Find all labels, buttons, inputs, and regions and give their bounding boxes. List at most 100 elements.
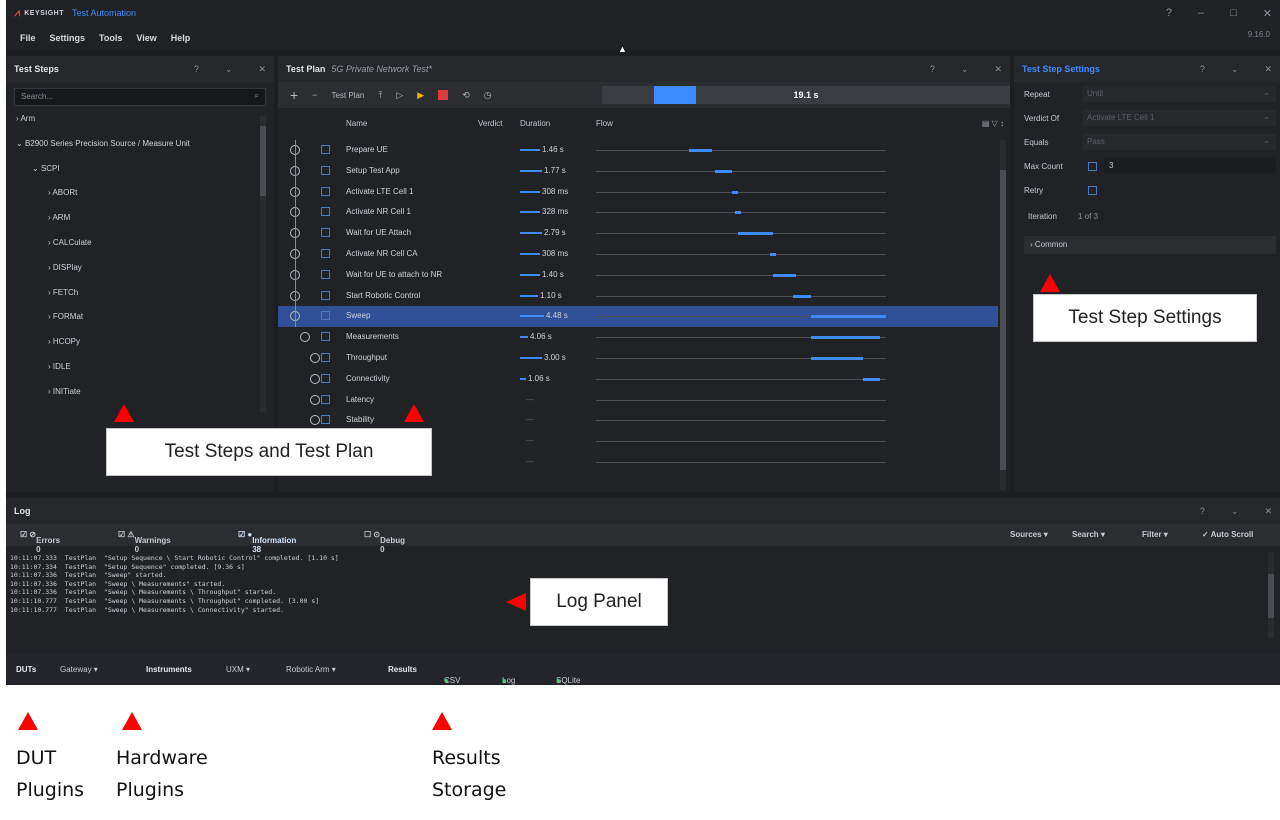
menu-tools[interactable]: Tools <box>99 33 122 43</box>
tree-item[interactable]: › CALCulate <box>48 238 92 256</box>
panel-menu-icon[interactable]: ⌄ <box>225 64 233 75</box>
remove-step-icon[interactable]: − <box>312 90 317 100</box>
filter-dropdown[interactable]: Filter ▾ <box>1142 530 1168 539</box>
minimize-icon[interactable]: – <box>1198 7 1204 19</box>
plan-scrollbar[interactable] <box>1000 140 1006 490</box>
errors-filter[interactable]: ☑ ⊘ Errors 0 <box>20 530 60 554</box>
plan-row[interactable]: Wait for UE Attach 2.79 s <box>278 223 998 244</box>
tree-item[interactable]: › INITiate <box>48 387 81 405</box>
step-enable-checkbox[interactable] <box>321 165 330 175</box>
plan-row[interactable]: Latency — <box>278 390 998 411</box>
tree-item[interactable]: › Arm <box>16 114 35 132</box>
auto-scroll-toggle[interactable]: ✓ Auto Scroll <box>1202 530 1253 539</box>
column-filter-icon[interactable]: ▤ ▽ ↕ <box>982 119 1004 128</box>
common-section[interactable]: › Common <box>1024 236 1276 254</box>
panel-help-icon[interactable]: ? <box>1200 506 1205 517</box>
stop-icon[interactable] <box>438 90 449 100</box>
tree-item[interactable]: › FETCh <box>48 288 78 306</box>
menu-view[interactable]: View <box>136 33 156 43</box>
timer-icon[interactable]: ◷ <box>484 90 492 101</box>
tree-item[interactable]: › DISPlay <box>48 263 82 281</box>
step-enable-checkbox[interactable] <box>321 373 330 383</box>
log-scrollbar[interactable] <box>1268 552 1274 638</box>
close-icon[interactable]: ✕ <box>1263 7 1272 20</box>
col-duration[interactable]: Duration <box>520 119 550 128</box>
dut-gateway[interactable]: Gateway ▾ <box>60 665 98 674</box>
tree-item[interactable]: › ARM <box>48 213 70 231</box>
debug-filter[interactable]: ☐ ⊙ Debug 0 <box>364 530 405 554</box>
panel-close-icon[interactable]: ✕ <box>994 64 1002 75</box>
search-dropdown[interactable]: Search ▾ <box>1072 530 1105 539</box>
chevron-down-icon[interactable]: ⌄ <box>16 139 25 148</box>
tree-item[interactable]: ⌄ B2900 Series Precision Source / Measur… <box>16 139 190 157</box>
tree-item[interactable]: ⌄ SCPI <box>32 164 60 182</box>
panel-menu-icon[interactable]: ⌄ <box>961 64 969 75</box>
menu-settings[interactable]: Settings <box>50 33 86 43</box>
plan-row[interactable]: Activate NR Cell 1 328 ms <box>278 202 998 223</box>
add-step-icon[interactable]: + <box>290 87 298 103</box>
search-input[interactable]: Search... ⌕ <box>14 88 266 106</box>
panel-help-icon[interactable]: ? <box>1200 64 1205 75</box>
menu-help[interactable]: Help <box>171 33 191 43</box>
help-icon[interactable]: ? <box>1166 7 1172 19</box>
step-enable-checkbox[interactable] <box>321 145 330 154</box>
panel-close-icon[interactable]: ✕ <box>258 64 266 75</box>
instrument-robotic-arm[interactable]: Robotic Arm ▾ <box>286 665 336 674</box>
warnings-filter[interactable]: ☑ ⚠ Warnings 0 <box>118 530 171 554</box>
step-enable-checkbox[interactable] <box>321 207 330 217</box>
tree-item[interactable]: › HCOPy <box>48 337 80 355</box>
tree-item[interactable]: › IDLE <box>48 362 71 380</box>
maxcount-checkbox[interactable] <box>1088 162 1097 171</box>
step-enable-checkbox[interactable] <box>321 394 330 404</box>
step-enable-checkbox[interactable] <box>321 353 330 362</box>
repeat-select[interactable]: Until ⌄ <box>1082 86 1276 102</box>
maximize-icon[interactable]: □ <box>1230 7 1237 19</box>
panel-help-icon[interactable]: ? <box>194 64 199 75</box>
maxcount-input[interactable]: 3 <box>1104 158 1276 174</box>
search-icon[interactable]: ⌕ <box>255 91 259 101</box>
step-enable-checkbox[interactable] <box>321 415 330 425</box>
upload-icon[interactable]: ⤒ <box>378 90 382 101</box>
col-flow[interactable]: Flow <box>596 119 613 128</box>
step-enable-checkbox[interactable] <box>321 249 330 258</box>
plan-row[interactable]: Start Robotic Control 1.10 s <box>278 286 998 307</box>
col-verdict[interactable]: Verdict <box>478 119 502 128</box>
plan-row[interactable]: Throughput 3.00 s <box>278 348 998 369</box>
steps-scrollbar[interactable] <box>260 116 266 412</box>
information-filter[interactable]: ☑ ● Information 38 <box>238 530 296 554</box>
panel-close-icon[interactable]: ✕ <box>1264 64 1272 75</box>
retry-checkbox[interactable] <box>1088 186 1097 195</box>
chevron-down-icon[interactable]: ⌄ <box>32 164 41 173</box>
plan-row[interactable]: Setup Test App 1.77 s <box>278 161 998 182</box>
plan-row[interactable]: Connectivity 1.06 s <box>278 369 998 390</box>
plan-row[interactable]: Prepare UE 1.46 s <box>278 140 998 161</box>
plan-row[interactable]: Measurements 4.06 s <box>278 327 998 348</box>
panel-menu-icon[interactable]: ⌄ <box>1231 64 1239 75</box>
step-enable-checkbox[interactable] <box>321 290 330 300</box>
plan-row[interactable]: Wait for UE to attach to NR 1.40 s <box>278 265 998 286</box>
col-name[interactable]: Name <box>346 119 367 128</box>
step-enable-checkbox[interactable] <box>321 311 330 321</box>
equals-select[interactable]: Pass ⌄ <box>1082 134 1276 150</box>
panel-close-icon[interactable]: ✕ <box>1264 506 1272 517</box>
menu-file[interactable]: File <box>20 33 36 43</box>
plan-row[interactable]: Activate LTE Cell 1 308 ms <box>278 182 998 203</box>
plan-dropdown[interactable]: Test Plan <box>331 91 364 100</box>
tree-item[interactable]: › FORMat <box>48 312 83 330</box>
plan-row[interactable]: Activate NR Cell CA 308 ms <box>278 244 998 265</box>
step-enable-checkbox[interactable] <box>321 269 330 279</box>
step-icon[interactable]: ▷ <box>396 90 403 101</box>
run-icon[interactable]: ▶ <box>417 90 424 101</box>
instrument-uxm[interactable]: UXM ▾ <box>226 665 250 674</box>
sources-dropdown[interactable]: Sources ▾ <box>1010 530 1048 539</box>
step-enable-checkbox[interactable] <box>321 228 330 238</box>
step-enable-checkbox[interactable] <box>321 332 330 342</box>
panel-menu-icon[interactable]: ⌄ <box>1231 506 1239 517</box>
step-enable-checkbox[interactable] <box>321 186 330 196</box>
plan-row[interactable]: Sweep 4.48 s <box>278 306 998 328</box>
loop-icon[interactable]: ⟲ <box>462 90 470 101</box>
caption-hardware-plugins: Hardware Plugins <box>116 742 208 806</box>
panel-help-icon[interactable]: ? <box>930 64 935 75</box>
tree-item[interactable]: › ABORt <box>48 188 77 206</box>
verdict-select[interactable]: Activate LTE Cell 1 ⌄ <box>1082 110 1276 126</box>
